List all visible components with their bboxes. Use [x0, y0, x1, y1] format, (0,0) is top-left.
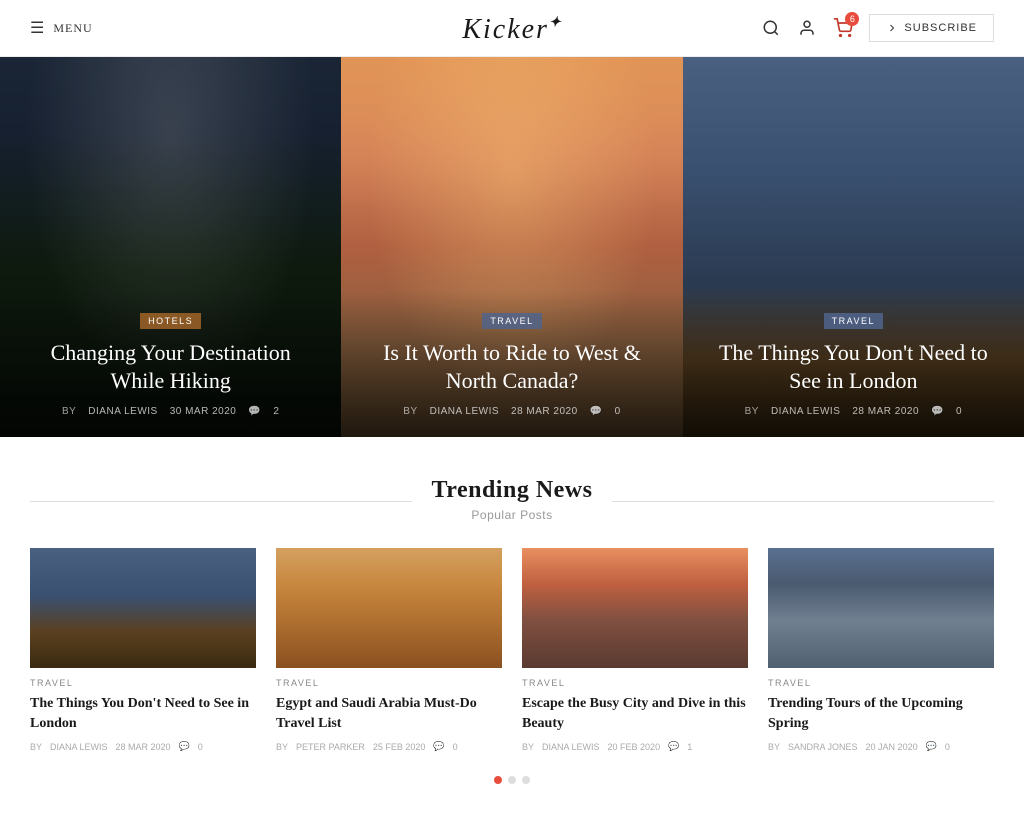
trending-img-3	[522, 548, 748, 668]
trending-card-3-meta: BY DIANA LEWIS 20 FEB 2020 💬 1	[522, 741, 748, 752]
trending-img-2	[276, 548, 502, 668]
trending-card-3-date: 20 FEB 2020	[608, 742, 661, 752]
trending-subtitle: Popular Posts	[432, 508, 593, 522]
hero-card-1-title: Changing Your Destination While Hiking	[24, 339, 317, 396]
hero-card-2[interactable]: TRAVEL Is It Worth to Ride to West & Nor…	[341, 57, 682, 437]
pagination-dot-1[interactable]	[494, 776, 502, 784]
logo[interactable]: Kicker✦	[462, 9, 561, 47]
hero-card-1-category: HOTELS	[140, 313, 201, 329]
trending-card-1-date: 28 MAR 2020	[116, 742, 171, 752]
header: ☰ MENU Kicker✦ 6 SUBSCRIBE	[0, 0, 1024, 57]
trending-header: Trending News Popular Posts	[30, 477, 994, 524]
trending-title: Trending News	[432, 477, 593, 504]
hero-card-3-overlay: TRAVEL The Things You Don't Need to See …	[683, 291, 1024, 437]
trending-img-4	[768, 548, 994, 668]
trending-card-4-category: TRAVEL	[768, 678, 994, 688]
hero-card-2-date: 28 MAR 2020	[511, 406, 578, 417]
trending-card-1[interactable]: TRAVEL The Things You Don't Need to See …	[30, 548, 256, 752]
trending-card-4-meta: BY SANDRA JONES 20 JAN 2020 💬 0	[768, 741, 994, 752]
trending-grid: TRAVEL The Things You Don't Need to See …	[30, 548, 994, 752]
menu-button[interactable]: ☰ MENU	[30, 18, 93, 38]
trending-card-2[interactable]: TRAVEL Egypt and Saudi Arabia Must-Do Tr…	[276, 548, 502, 752]
trending-card-3-author: DIANA LEWIS	[542, 742, 600, 752]
hero-card-1-date: 30 MAR 2020	[170, 406, 237, 417]
trending-card-3[interactable]: TRAVEL Escape the Busy City and Dive in …	[522, 548, 748, 752]
hero-card-1-comments: 2	[273, 406, 279, 417]
hero-card-3-meta: BY DIANA LEWIS 28 MAR 2020 💬 0	[707, 406, 1000, 417]
trending-card-4-author: SANDRA JONES	[788, 742, 858, 752]
trending-card-1-title: The Things You Don't Need to See in Lond…	[30, 694, 256, 733]
hero-card-3-comments: 0	[956, 406, 962, 417]
hero-card-1[interactable]: HOTELS Changing Your Destination While H…	[0, 57, 341, 437]
trending-card-2-title: Egypt and Saudi Arabia Must-Do Travel Li…	[276, 694, 502, 733]
pagination-dots	[30, 776, 994, 804]
trending-card-3-category: TRAVEL	[522, 678, 748, 688]
header-actions: 6 SUBSCRIBE	[761, 14, 994, 42]
trending-card-1-meta: BY DIANA LEWIS 28 MAR 2020 💬 0	[30, 741, 256, 752]
trending-card-1-category: TRAVEL	[30, 678, 256, 688]
hero-card-3-category: TRAVEL	[824, 313, 883, 329]
trending-card-2-date: 25 FEB 2020	[373, 742, 426, 752]
trending-card-2-comments: 0	[453, 742, 458, 752]
trending-card-4-date: 20 JAN 2020	[866, 742, 918, 752]
hero-card-3-author: DIANA LEWIS	[771, 406, 840, 417]
hero-grid: HOTELS Changing Your Destination While H…	[0, 57, 1024, 437]
hero-card-2-comments: 0	[615, 406, 621, 417]
trending-card-2-category: TRAVEL	[276, 678, 502, 688]
trending-card-4-title: Trending Tours of the Upcoming Spring	[768, 694, 994, 733]
hero-card-3-date: 28 MAR 2020	[852, 406, 919, 417]
menu-label: MENU	[53, 21, 92, 36]
trending-section: Trending News Popular Posts TRAVEL The T…	[0, 437, 1024, 834]
hero-card-2-overlay: TRAVEL Is It Worth to Ride to West & Nor…	[341, 291, 682, 437]
pagination-dot-2[interactable]	[508, 776, 516, 784]
trending-card-2-author: PETER PARKER	[296, 742, 365, 752]
trending-card-3-title: Escape the Busy City and Dive in this Be…	[522, 694, 748, 733]
trending-card-1-author: DIANA LEWIS	[50, 742, 108, 752]
subscribe-label: SUBSCRIBE	[904, 22, 977, 34]
hero-card-3-title: The Things You Don't Need to See in Lond…	[707, 339, 1000, 396]
hero-card-1-overlay: HOTELS Changing Your Destination While H…	[0, 291, 341, 437]
search-icon[interactable]	[761, 18, 781, 38]
pagination-dot-3[interactable]	[522, 776, 530, 784]
hero-card-2-author: DIANA LEWIS	[430, 406, 499, 417]
subscribe-button[interactable]: SUBSCRIBE	[869, 14, 994, 42]
hero-card-2-category: TRAVEL	[482, 313, 541, 329]
hamburger-icon: ☰	[30, 18, 45, 38]
trending-card-2-meta: BY PETER PARKER 25 FEB 2020 💬 0	[276, 741, 502, 752]
logo-text: Kicker	[462, 14, 549, 45]
hero-card-3[interactable]: TRAVEL The Things You Don't Need to See …	[683, 57, 1024, 437]
hero-card-1-author: DIANA LEWIS	[88, 406, 157, 417]
trending-card-4[interactable]: TRAVEL Trending Tours of the Upcoming Sp…	[768, 548, 994, 752]
cart-badge: 6	[845, 12, 859, 26]
trending-card-1-comments: 0	[198, 742, 203, 752]
hero-card-2-meta: BY DIANA LEWIS 28 MAR 2020 💬 0	[365, 406, 658, 417]
trending-card-4-comments: 0	[945, 742, 950, 752]
trending-card-3-comments: 1	[687, 742, 692, 752]
trending-img-1	[30, 548, 256, 668]
user-icon[interactable]	[797, 18, 817, 38]
hero-card-2-title: Is It Worth to Ride to West & North Cana…	[365, 339, 658, 396]
cart-icon[interactable]: 6	[833, 18, 853, 38]
hero-card-1-meta: BY DIANA LEWIS 30 MAR 2020 💬 2	[24, 406, 317, 417]
